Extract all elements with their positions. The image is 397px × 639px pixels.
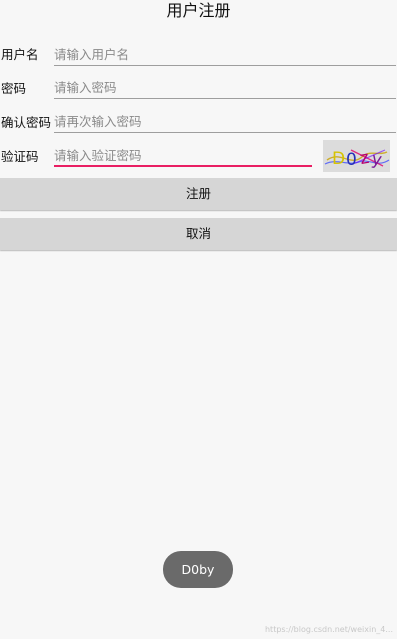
password-underline — [54, 98, 396, 99]
username-label: 用户名 — [1, 47, 39, 62]
captcha-image[interactable]: D 0 z y — [323, 140, 390, 172]
confirm-password-input[interactable] — [54, 112, 396, 132]
verification-code-underline — [54, 165, 312, 167]
verification-code-label: 验证码 — [1, 149, 39, 164]
username-input[interactable] — [54, 45, 396, 65]
verification-code-field-container — [54, 145, 312, 167]
username-underline — [54, 65, 396, 66]
confirm-password-underline — [54, 132, 396, 133]
captcha-image-icon: D 0 z y — [323, 140, 390, 172]
password-input[interactable] — [54, 78, 396, 98]
password-label: 密码 — [1, 81, 27, 96]
username-field-container — [54, 44, 396, 66]
toast-message: D0by — [163, 551, 233, 588]
confirm-password-field-container — [54, 111, 396, 133]
password-field-container — [54, 77, 396, 99]
svg-text:D: D — [332, 149, 345, 169]
cancel-button[interactable]: 取消 — [0, 218, 397, 250]
confirm-password-label: 确认密码 — [1, 115, 52, 130]
watermark: https://blog.csdn.net/weixin_4... — [264, 625, 393, 634]
page-title: 用户注册 — [166, 1, 231, 20]
register-button[interactable]: 注册 — [0, 178, 397, 210]
verification-code-input[interactable] — [54, 146, 312, 166]
svg-text:0: 0 — [346, 150, 357, 170]
